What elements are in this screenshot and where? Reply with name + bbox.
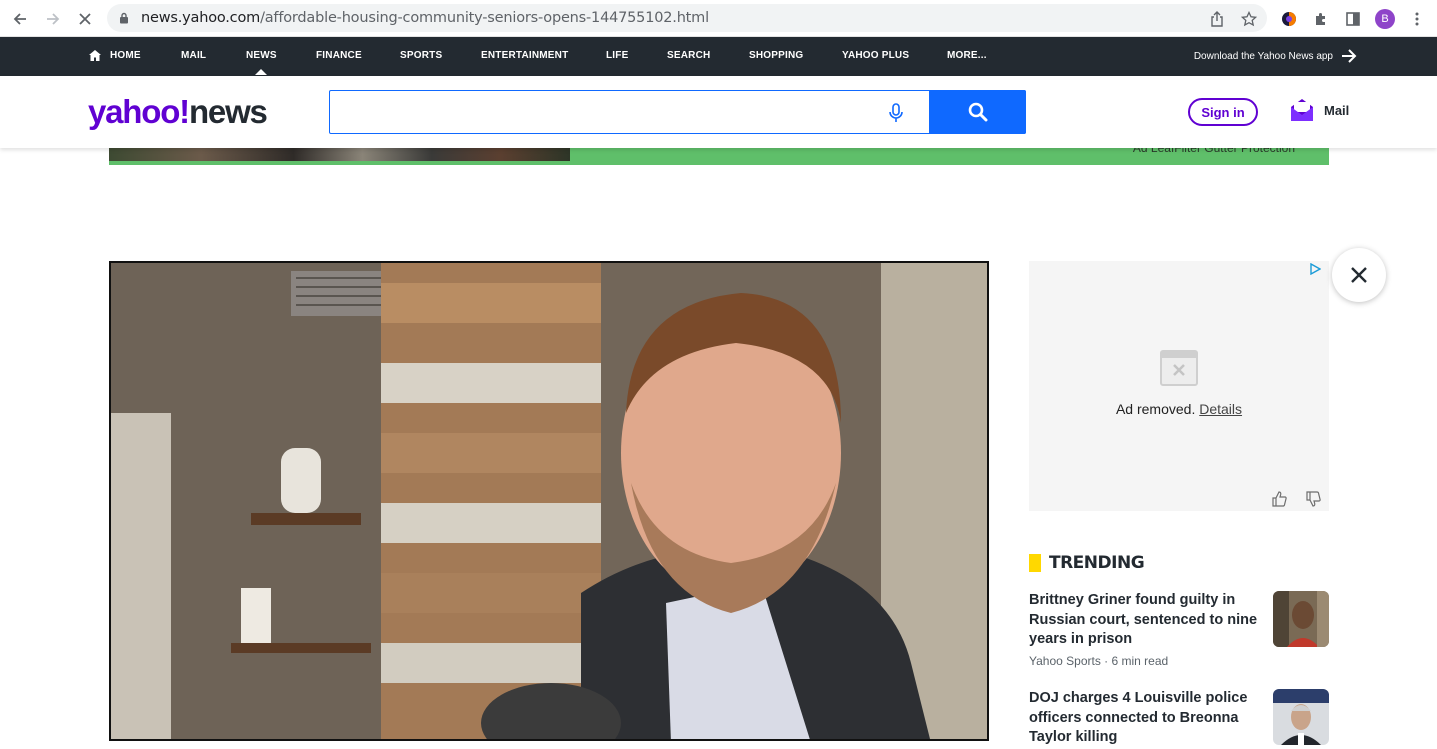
nav-item-home[interactable]: HOME xyxy=(110,50,141,61)
trending-item-title[interactable]: DOJ charges 4 Louisville police officers… xyxy=(1029,689,1259,748)
trending-item[interactable]: DOJ charges 4 Louisville police officers… xyxy=(1029,689,1329,749)
thumbs-down-icon[interactable] xyxy=(1305,491,1321,507)
bookmark-star-icon[interactable] xyxy=(1238,8,1260,30)
trending-header: TRENDING xyxy=(1029,553,1145,573)
lock-icon xyxy=(120,12,128,24)
close-icon xyxy=(1351,267,1367,283)
nav-item-search[interactable]: SEARCH xyxy=(667,50,710,61)
url-path: /affordable-housing-community-seniors-op… xyxy=(260,10,709,26)
profile-initial: B xyxy=(1375,9,1395,29)
stop-loading-icon[interactable] xyxy=(74,8,96,30)
trending-item[interactable]: Brittney Griner found guilty in Russian … xyxy=(1029,591,1329,671)
mail-label: Mail xyxy=(1324,102,1350,118)
adchoices-icon[interactable] xyxy=(1309,263,1321,275)
nav-item-entertainment[interactable]: ENTERTAINMENT xyxy=(481,50,568,61)
browser-menu-icon[interactable] xyxy=(1406,8,1428,30)
video-player[interactable] xyxy=(109,261,989,741)
nav-item-finance[interactable]: FINANCE xyxy=(316,50,362,61)
trending-thumbnail-image xyxy=(1273,591,1329,647)
trending-item-title[interactable]: Brittney Griner found guilty in Russian … xyxy=(1029,591,1259,650)
yahoo-top-nav: HOME MAIL NEWS FINANCE SPORTS ENTERTAINM… xyxy=(0,37,1437,76)
nav-item-life[interactable]: LIFE xyxy=(606,50,628,61)
browser-toolbar: news.yahoo.com/affordable-housing-commun… xyxy=(0,0,1437,37)
ad-removed-icon xyxy=(1160,350,1198,386)
mail-link[interactable]: Mail xyxy=(1290,98,1349,122)
mail-envelope-icon xyxy=(1291,99,1313,121)
trending-item-thumbnail[interactable] xyxy=(1273,591,1329,647)
nav-item-mail[interactable]: MAIL xyxy=(181,50,206,61)
site-header: yahoo!news Sign in Mail xyxy=(0,76,1437,148)
forward-arrow-icon[interactable] xyxy=(42,8,64,30)
extension-logo-icon[interactable] xyxy=(1278,8,1300,30)
download-app-link[interactable]: Download the Yahoo News app xyxy=(1194,49,1357,63)
url-text: news.yahoo.com/affordable-housing-commun… xyxy=(141,10,709,26)
ad-removed-label: Ad removed. xyxy=(1115,401,1196,417)
arrow-right-icon xyxy=(1342,49,1357,63)
sign-in-button[interactable]: Sign in xyxy=(1188,98,1258,126)
search-button[interactable] xyxy=(929,90,1026,134)
download-app-label: Download the Yahoo News app xyxy=(1193,50,1333,62)
trending-item-thumbnail[interactable] xyxy=(1273,689,1329,745)
profile-avatar[interactable]: B xyxy=(1374,8,1396,30)
yahoo-news-logo[interactable]: yahoo!news xyxy=(88,93,268,131)
thumbs-up-icon[interactable] xyxy=(1271,491,1287,507)
logo-news: news xyxy=(188,93,268,130)
share-icon[interactable] xyxy=(1206,8,1228,30)
sidebar-ad: Ad removed. Details xyxy=(1029,261,1329,511)
trending-heading: TRENDING xyxy=(1049,553,1145,573)
nav-item-sports[interactable]: SPORTS xyxy=(400,50,442,61)
nav-item-shopping[interactable]: SHOPPING xyxy=(749,50,803,61)
trending-thumbnail-image xyxy=(1273,689,1329,745)
side-panel-icon[interactable] xyxy=(1342,8,1364,30)
search-input[interactable] xyxy=(330,91,930,133)
search-icon xyxy=(968,102,987,122)
address-bar[interactable]: news.yahoo.com/affordable-housing-commun… xyxy=(107,4,1267,32)
trending-item-meta: Yahoo Sports · 6 min read xyxy=(1029,654,1169,668)
search-box xyxy=(329,90,1026,134)
extensions-puzzle-icon[interactable] xyxy=(1310,8,1332,30)
url-domain: news.yahoo.com xyxy=(141,10,261,26)
ad-details-link[interactable]: Details xyxy=(1199,401,1242,417)
video-frame-image xyxy=(111,263,987,739)
ad-removed-message: Ad removed. Details xyxy=(1029,401,1329,417)
microphone-icon[interactable] xyxy=(886,102,906,124)
trending-accent-bar xyxy=(1029,554,1041,572)
close-button[interactable] xyxy=(1332,248,1386,302)
logo-yahoo: yahoo! xyxy=(88,93,190,130)
nav-item-news[interactable]: NEWS xyxy=(246,50,277,75)
back-arrow-icon[interactable] xyxy=(9,8,31,30)
nav-item-more[interactable]: MORE... xyxy=(947,50,987,61)
home-icon xyxy=(89,50,101,61)
nav-item-yahoo-plus[interactable]: YAHOO PLUS xyxy=(842,50,909,61)
